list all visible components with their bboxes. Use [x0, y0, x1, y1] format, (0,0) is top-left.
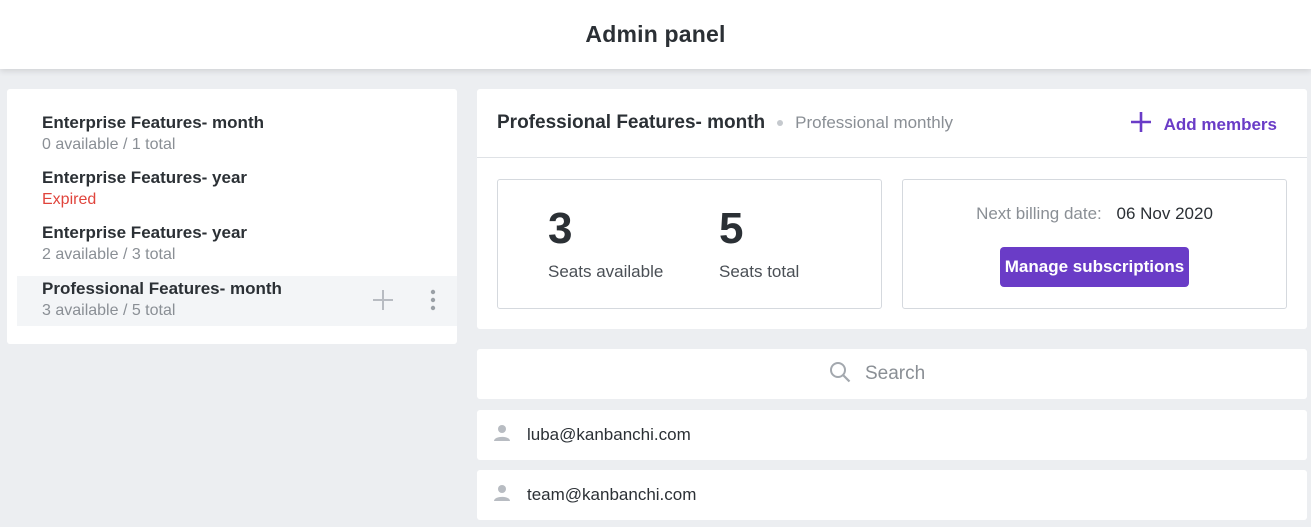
person-icon	[493, 484, 511, 507]
subscription-actions	[371, 288, 445, 312]
seats-total-count: 5	[719, 204, 744, 253]
subscription-seats: 0 available / 1 total	[42, 136, 176, 153]
member-row[interactable]: team@kanbanchi.com	[477, 470, 1307, 520]
subscription-name: Enterprise Features- year	[42, 168, 248, 187]
add-members-label: Add members	[1163, 114, 1277, 134]
subscription-detail: Professional Features- month Professiona…	[477, 89, 1307, 329]
page-title: Admin panel	[585, 21, 726, 47]
billing-label: Next billing date:	[976, 204, 1102, 223]
search-input[interactable]	[865, 363, 955, 385]
seats-available-label: Seats available	[548, 262, 664, 281]
subscription-name: Enterprise Features- year	[42, 223, 248, 242]
member-email: luba@kanbanchi.com	[527, 425, 691, 444]
plus-icon	[1130, 111, 1152, 138]
billing-card: Next billing date: 06 Nov 2020 Manage su…	[902, 179, 1287, 309]
subscription-item[interactable]: Enterprise Features- month 0 available /…	[7, 111, 457, 166]
plus-icon[interactable]	[371, 288, 395, 312]
subscription-item[interactable]: Enterprise Features- year Expired	[7, 166, 457, 221]
top-bar: Admin panel	[0, 0, 1311, 69]
search-bar	[477, 349, 1307, 399]
seats-total: 5 Seats total	[719, 202, 799, 282]
manage-subscriptions-button[interactable]: Manage subscriptions	[1000, 247, 1189, 287]
search-icon	[829, 361, 851, 388]
separator-dot	[777, 120, 784, 126]
seats-available-count: 3	[548, 204, 573, 253]
plan-name: Professional monthly	[795, 113, 953, 132]
member-row[interactable]: luba@kanbanchi.com	[477, 410, 1307, 460]
billing-date: 06 Nov 2020	[1116, 204, 1213, 223]
subscription-item-selected[interactable]: Professional Features- month 3 available…	[17, 276, 457, 326]
add-members-button[interactable]: Add members	[1130, 111, 1277, 138]
detail-header: Professional Features- month Professiona…	[477, 89, 1307, 158]
seats-card: 3 Seats available 5 Seats total	[497, 179, 882, 309]
person-icon	[493, 424, 511, 447]
subscription-list: Enterprise Features- month 0 available /…	[7, 89, 457, 344]
subscription-seats: 2 available / 3 total	[42, 246, 176, 263]
billing-row: Next billing date: 06 Nov 2020	[903, 204, 1286, 224]
subscription-name: Enterprise Features- month	[42, 113, 264, 132]
member-email: team@kanbanchi.com	[527, 485, 697, 504]
detail-title: Professional Features- month	[497, 112, 766, 133]
subscription-item[interactable]: Enterprise Features- year 2 available / …	[7, 221, 457, 276]
subscription-status-expired: Expired	[42, 191, 97, 208]
seats-total-label: Seats total	[719, 262, 800, 281]
seats-available: 3 Seats available	[548, 202, 663, 282]
more-vertical-icon[interactable]	[421, 288, 445, 312]
